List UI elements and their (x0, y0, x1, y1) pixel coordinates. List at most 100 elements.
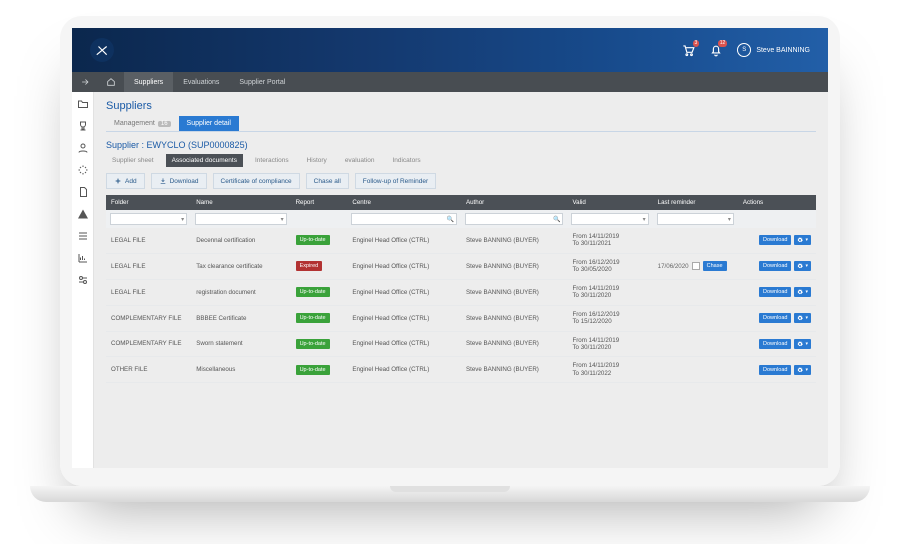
rail-icon-list[interactable] (77, 230, 89, 242)
cart-count: 3 (693, 40, 700, 47)
cell-author: Steve BANNING (BUYER) (461, 253, 568, 279)
row-download-button[interactable]: Download (759, 313, 791, 323)
cell-centre: Enginel Head Office (CTRL) (347, 331, 461, 357)
row-download-button[interactable]: Download (759, 339, 791, 349)
tab2-indicators[interactable]: Indicators (386, 154, 426, 167)
bell-count: 12 (718, 40, 728, 47)
nav-suppliers[interactable]: Suppliers (124, 72, 173, 92)
row-settings-button[interactable]: ▾ (794, 261, 811, 271)
row-settings-button[interactable]: ▾ (794, 287, 811, 297)
status-badge: Up-to-date (296, 365, 330, 375)
filter-folder[interactable]: ▾ (110, 213, 187, 225)
status-badge: Up-to-date (296, 339, 330, 349)
col-author[interactable]: Author (461, 195, 568, 210)
filter-last[interactable]: ▾ (657, 213, 734, 225)
app-logo[interactable] (90, 38, 114, 62)
tabs-primary: Management 16 Supplier detail (106, 116, 816, 132)
tab2-documents[interactable]: Associated documents (166, 154, 243, 167)
col-valid[interactable]: Valid (567, 195, 652, 210)
cell-last (653, 228, 738, 253)
user-menu[interactable]: S Steve BAINNING (737, 43, 810, 57)
nav-collapse[interactable] (72, 72, 98, 92)
cell-folder: LEGAL FILE (106, 228, 191, 253)
download-button[interactable]: Download (151, 173, 207, 189)
chase-button[interactable]: Chase (703, 261, 727, 271)
filter-centre[interactable]: 🔍 (351, 213, 457, 225)
table-filters: ▾ ▾ 🔍 🔍 ▾ ▾ (106, 210, 816, 228)
row-download-button[interactable]: Download (759, 287, 791, 297)
row-download-button[interactable]: Download (759, 261, 791, 271)
cell-centre: Enginel Head Office (CTRL) (347, 279, 461, 305)
cell-folder: OTHER FILE (106, 357, 191, 383)
cell-folder: LEGAL FILE (106, 279, 191, 305)
cell-name: Miscellaneous (191, 357, 290, 383)
row-download-button[interactable]: Download (759, 365, 791, 375)
supplier-title: Supplier : EWYCLO (SUP0000825) (106, 140, 816, 150)
col-last[interactable]: Last reminder (653, 195, 738, 210)
filter-name[interactable]: ▾ (195, 213, 286, 225)
cart-icon[interactable]: 3 (681, 43, 695, 57)
tab-management[interactable]: Management 16 (106, 116, 179, 131)
cell-valid: From 16/12/2019To 15/12/2020 (567, 305, 652, 331)
nav-supplier-portal[interactable]: Supplier Portal (229, 72, 295, 92)
bell-icon[interactable]: 12 (709, 43, 723, 57)
rail-icon-warning[interactable] (77, 208, 89, 220)
cell-valid: From 16/12/2019To 30/05/2020 (567, 253, 652, 279)
row-settings-button[interactable]: ▾ (794, 365, 811, 375)
side-rail (72, 92, 94, 468)
row-download-button[interactable]: Download (759, 235, 791, 245)
tab2-evaluation[interactable]: evaluation (339, 154, 381, 167)
cell-last: 17/06/2020 Chase (653, 253, 738, 279)
rail-icon-folder[interactable] (77, 98, 89, 110)
tab2-sheet[interactable]: Supplier sheet (106, 154, 160, 167)
rail-icon-chart[interactable] (77, 252, 89, 264)
status-badge: Expired (296, 261, 323, 271)
nav-home[interactable] (98, 72, 124, 92)
follow-up-button[interactable]: Follow-up of Reminder (355, 173, 436, 189)
status-badge: Up-to-date (296, 313, 330, 323)
filter-valid[interactable]: ▾ (571, 213, 648, 225)
rail-icon-doc[interactable] (77, 186, 89, 198)
filter-author[interactable]: 🔍 (465, 213, 564, 225)
table-row: COMPLEMENTARY FILE BBBEE Certificate Up-… (106, 305, 816, 331)
content-area: Suppliers Management 16 Supplier detail … (94, 92, 828, 468)
status-badge: Up-to-date (296, 287, 330, 297)
cell-last (653, 331, 738, 357)
add-button[interactable]: Add (106, 173, 145, 189)
cell-centre: Enginel Head Office (CTRL) (347, 305, 461, 331)
rail-icon-settings[interactable] (77, 274, 89, 286)
rail-icon-spinner[interactable] (77, 164, 89, 176)
table-row: LEGAL FILE registration document Up-to-d… (106, 279, 816, 305)
row-settings-button[interactable]: ▾ (794, 313, 811, 323)
table-header: Folder Name Report Centre Author Valid L… (106, 195, 816, 210)
chase-all-button[interactable]: Chase all (306, 173, 349, 189)
tab2-interactions[interactable]: Interactions (249, 154, 295, 167)
col-folder[interactable]: Folder (106, 195, 191, 210)
col-report[interactable]: Report (291, 195, 348, 210)
last-check[interactable] (692, 262, 700, 270)
app-header: 3 12 S Steve BAINNING (72, 28, 828, 72)
table-row: LEGAL FILE Decennal certification Up-to-… (106, 228, 816, 253)
cell-last (653, 305, 738, 331)
cell-name: Decennal certification (191, 228, 290, 253)
certificate-button[interactable]: Certificate of compliance (213, 173, 300, 189)
last-date: 17/06/2020 (658, 263, 689, 270)
main-nav: Suppliers Evaluations Supplier Portal (72, 72, 828, 92)
tab-supplier-detail[interactable]: Supplier detail (179, 116, 239, 131)
nav-evaluations[interactable]: Evaluations (173, 72, 229, 92)
rail-icon-trophy[interactable] (77, 120, 89, 132)
cell-name: BBBEE Certificate (191, 305, 290, 331)
avatar: S (737, 43, 751, 57)
cell-name: Sworn statement (191, 331, 290, 357)
col-centre[interactable]: Centre (347, 195, 461, 210)
cell-name: Tax clearance certificate (191, 253, 290, 279)
col-name[interactable]: Name (191, 195, 290, 210)
cell-author: Steve BANNING (BUYER) (461, 305, 568, 331)
rail-icon-user[interactable] (77, 142, 89, 154)
row-settings-button[interactable]: ▾ (794, 339, 811, 349)
row-settings-button[interactable]: ▾ (794, 235, 811, 245)
cell-author: Steve BANNING (BUYER) (461, 357, 568, 383)
user-name: Steve BAINNING (756, 47, 810, 54)
tab2-history[interactable]: History (301, 154, 333, 167)
cell-folder: COMPLEMENTARY FILE (106, 331, 191, 357)
